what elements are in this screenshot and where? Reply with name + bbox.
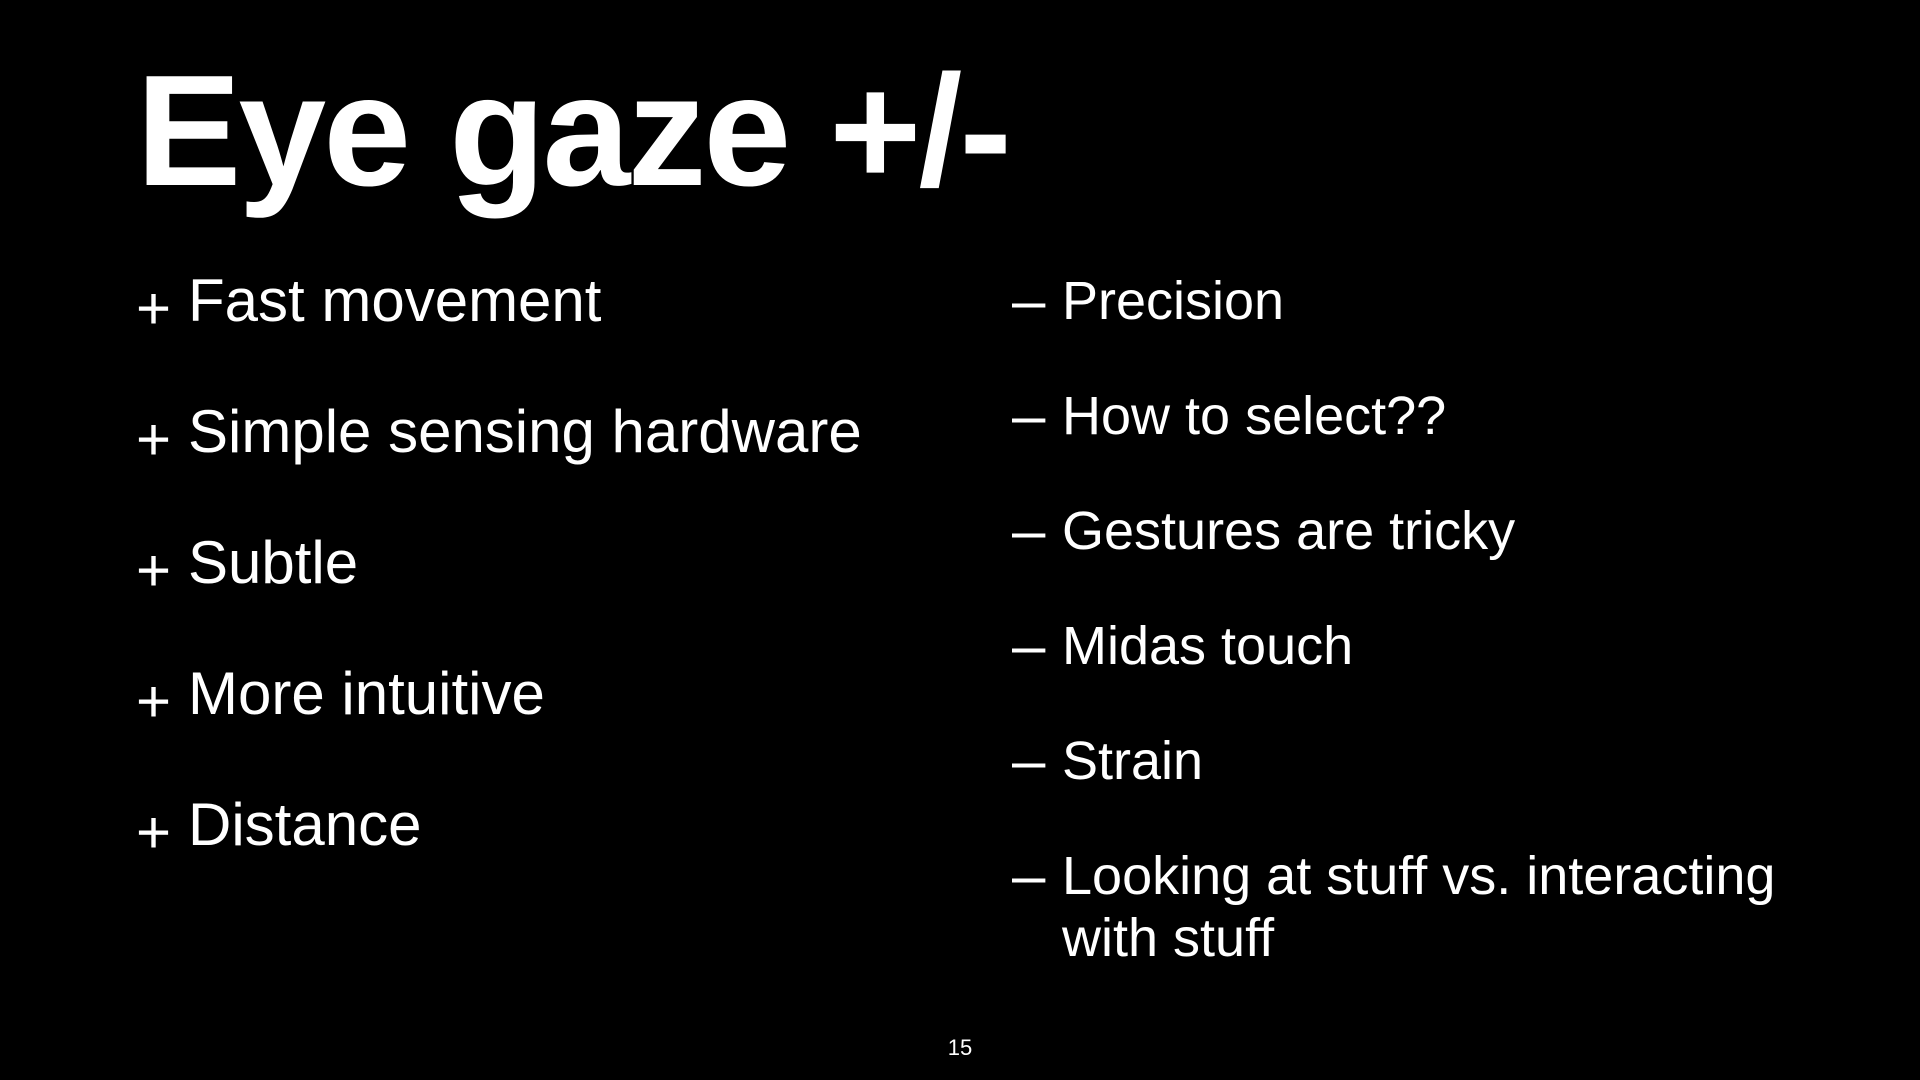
- slide: Eye gaze +/- + Fast movement + Simple se…: [0, 0, 1920, 1080]
- dash-bullet-icon: –: [1012, 612, 1046, 679]
- pros-list-item: + Distance: [136, 791, 956, 864]
- pros-list: + Fast movement + Simple sensing hardwar…: [136, 270, 956, 925]
- pros-item-text: Distance: [188, 791, 422, 858]
- cons-list-item: – Precision: [1012, 270, 1812, 332]
- plus-bullet-icon: +: [136, 275, 172, 342]
- pros-item-text: More intuitive: [188, 660, 545, 727]
- pros-list-item: + More intuitive: [136, 660, 956, 733]
- plus-bullet-icon: +: [136, 668, 172, 735]
- cons-list-item: – Midas touch: [1012, 615, 1812, 677]
- cons-list-item: – Looking at stuff vs. interacting with …: [1012, 845, 1812, 969]
- pros-item-text: Simple sensing hardware: [188, 398, 862, 465]
- pros-list-item: + Simple sensing hardware: [136, 398, 956, 471]
- cons-item-text: Looking at stuff vs. interacting with st…: [1062, 846, 1776, 968]
- cons-list: – Precision – How to select?? – Gestures…: [1012, 270, 1812, 1022]
- cons-list-item: – Strain: [1012, 730, 1812, 792]
- pros-item-text: Subtle: [188, 529, 359, 596]
- cons-item-text: Midas touch: [1062, 616, 1354, 676]
- plus-bullet-icon: +: [136, 537, 172, 604]
- slide-title: Eye gaze +/-: [136, 43, 1012, 219]
- cons-item-text: Strain: [1062, 731, 1204, 791]
- cons-item-text: How to select??: [1062, 386, 1447, 446]
- dash-bullet-icon: –: [1012, 842, 1046, 909]
- page-number: 15: [947, 1035, 973, 1060]
- cons-item-text: Precision: [1062, 271, 1285, 331]
- dash-bullet-icon: –: [1012, 267, 1046, 334]
- pros-item-text: Fast movement: [188, 267, 602, 334]
- cons-list-item: – How to select??: [1012, 385, 1812, 447]
- cons-list-item: – Gestures are tricky: [1012, 500, 1812, 562]
- cons-item-text: Gestures are tricky: [1062, 501, 1516, 561]
- dash-bullet-icon: –: [1012, 497, 1046, 564]
- dash-bullet-icon: –: [1012, 382, 1046, 449]
- plus-bullet-icon: +: [136, 406, 172, 473]
- plus-bullet-icon: +: [136, 799, 172, 866]
- pros-list-item: + Fast movement: [136, 267, 956, 340]
- pros-list-item: + Subtle: [136, 529, 956, 602]
- dash-bullet-icon: –: [1012, 727, 1046, 794]
